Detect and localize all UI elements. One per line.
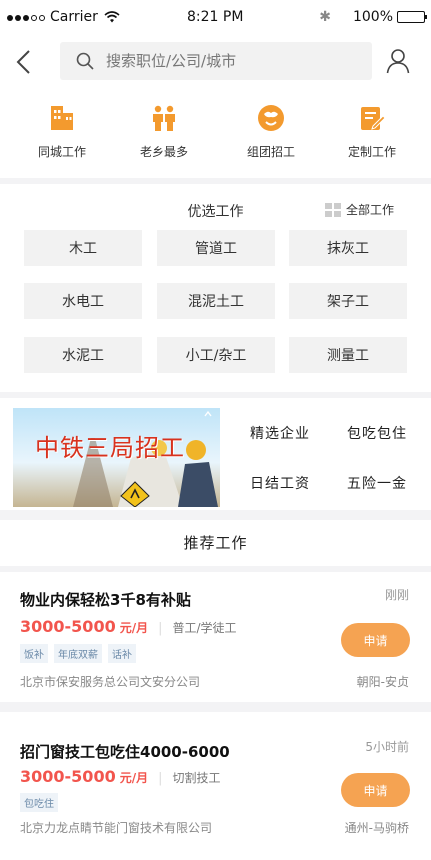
battery-group: ✱ 100% [319, 9, 427, 25]
category-chip[interactable]: 测量工 [289, 337, 407, 373]
quick-link-custom-jobs[interactable]: 定制工作 [327, 104, 417, 160]
grid-icon [325, 202, 341, 217]
people-icon [153, 105, 175, 131]
globe-icon [258, 105, 284, 131]
job-time: 5小时前 [365, 740, 409, 754]
job-title: 物业内保轻松3千8有补贴 [20, 591, 191, 609]
quick-link-group-recruit[interactable]: 组团招工 [226, 104, 316, 160]
featured-jobs-section: 优选工作 全部工作 木工 管道工 抹灰工 水电工 混泥土工 架子工 水泥工 小工… [0, 184, 431, 392]
wifi-icon [104, 11, 120, 23]
apply-button[interactable]: 申请 [341, 773, 410, 807]
company-name: 北京市保安服务总公司文安分公司 [20, 675, 201, 689]
divider: | [158, 621, 163, 636]
job-location: 通州-马驹桥 [344, 821, 409, 835]
signal-dots-icon [7, 9, 47, 25]
battery-percent: 100% [352, 9, 393, 25]
category-chip[interactable]: 木工 [24, 230, 142, 266]
category-chip[interactable]: 混泥土工 [157, 283, 275, 319]
quick-link-label: 老乡最多 [139, 145, 188, 159]
job-time: 刚刚 [384, 588, 409, 602]
quick-link-hometown[interactable]: 老乡最多 [119, 104, 209, 160]
all-jobs-label: 全部工作 [346, 203, 395, 217]
carrier-label: Carrier [50, 9, 98, 25]
search-icon [76, 52, 94, 70]
promo-section: 中铁三局招工 精选企业 包吃包住 日结工资 五险一金 [0, 398, 431, 510]
category-chip[interactable]: 架子工 [289, 283, 407, 319]
category-chip[interactable]: 水电工 [24, 283, 142, 319]
salary-range: 3000-5000 [20, 767, 116, 786]
benefit-tag: 饭补 [20, 644, 48, 663]
job-salary: 3000-5000 元/月 | 普工/学徒工 [20, 617, 237, 636]
promo-tag[interactable]: 五险一金 [347, 473, 407, 493]
edit-document-icon [361, 107, 386, 130]
quick-link-label: 组团招工 [246, 145, 295, 159]
category-chip[interactable]: 小工/杂工 [157, 337, 275, 373]
search-input[interactable] [106, 52, 356, 70]
divider: | [158, 771, 163, 786]
job-type: 切割技工 [172, 771, 221, 785]
user-profile-icon[interactable] [386, 48, 410, 74]
back-arrow-icon[interactable] [12, 48, 38, 76]
job-title: 招门窗技工包吃住4000-6000 [20, 743, 230, 761]
bluetooth-icon: ✱ [319, 9, 331, 25]
company-name: 北京力龙点睛节能门窗技术有限公司 [20, 821, 213, 835]
building-icon [51, 106, 73, 130]
job-card[interactable]: 物业内保轻松3千8有补贴 刚刚 3000-5000 元/月 | 普工/学徒工 饭… [0, 572, 431, 702]
salary-unit: 元/月 [119, 771, 149, 785]
banner-text: 中铁三局招工 [35, 434, 185, 462]
job-location: 朝阳-安贞 [356, 675, 409, 689]
salary-unit: 元/月 [119, 621, 149, 635]
quick-link-local-jobs[interactable]: 同城工作 [17, 104, 107, 160]
benefit-tag: 年底双薪 [54, 644, 102, 663]
search-bar[interactable] [60, 42, 372, 80]
job-card[interactable]: 招门窗技工包吃住4000-6000 5小时前 3000-5000 元/月 | 切… [0, 712, 431, 860]
promo-tag[interactable]: 日结工资 [250, 473, 310, 493]
job-tags: 饭补 年底双薪 话补 [20, 644, 142, 663]
nav-bar [0, 34, 431, 90]
job-type: 普工/学徒工 [172, 621, 237, 635]
quick-link-label: 定制工作 [347, 145, 396, 159]
benefit-tag: 话补 [108, 644, 136, 663]
promo-tag[interactable]: 精选企业 [250, 423, 310, 443]
category-chip[interactable]: 水泥工 [24, 337, 142, 373]
carrier-group: Carrier [7, 9, 120, 25]
apply-button[interactable]: 申请 [341, 623, 410, 657]
benefit-tag: 包吃住 [20, 793, 58, 812]
salary-range: 3000-5000 [20, 617, 116, 636]
recruitment-banner[interactable]: 中铁三局招工 [13, 408, 220, 507]
status-time: 8:21 PM [187, 9, 244, 25]
job-salary: 3000-5000 元/月 | 切割技工 [20, 767, 221, 786]
job-tags: 包吃住 [20, 793, 64, 812]
quick-link-label: 同城工作 [37, 145, 86, 159]
battery-icon [397, 11, 427, 23]
category-chip[interactable]: 管道工 [157, 230, 275, 266]
recommended-title: 推荐工作 [0, 520, 431, 566]
status-bar: Carrier 8:21 PM ✱ 100% [0, 0, 431, 34]
all-jobs-link[interactable]: 全部工作 [325, 201, 394, 218]
category-chip[interactable]: 抹灰工 [289, 230, 407, 266]
promo-tag[interactable]: 包吃包住 [347, 423, 407, 443]
quick-links: 同城工作 老乡最多 组团招工 定制工作 [0, 90, 431, 178]
